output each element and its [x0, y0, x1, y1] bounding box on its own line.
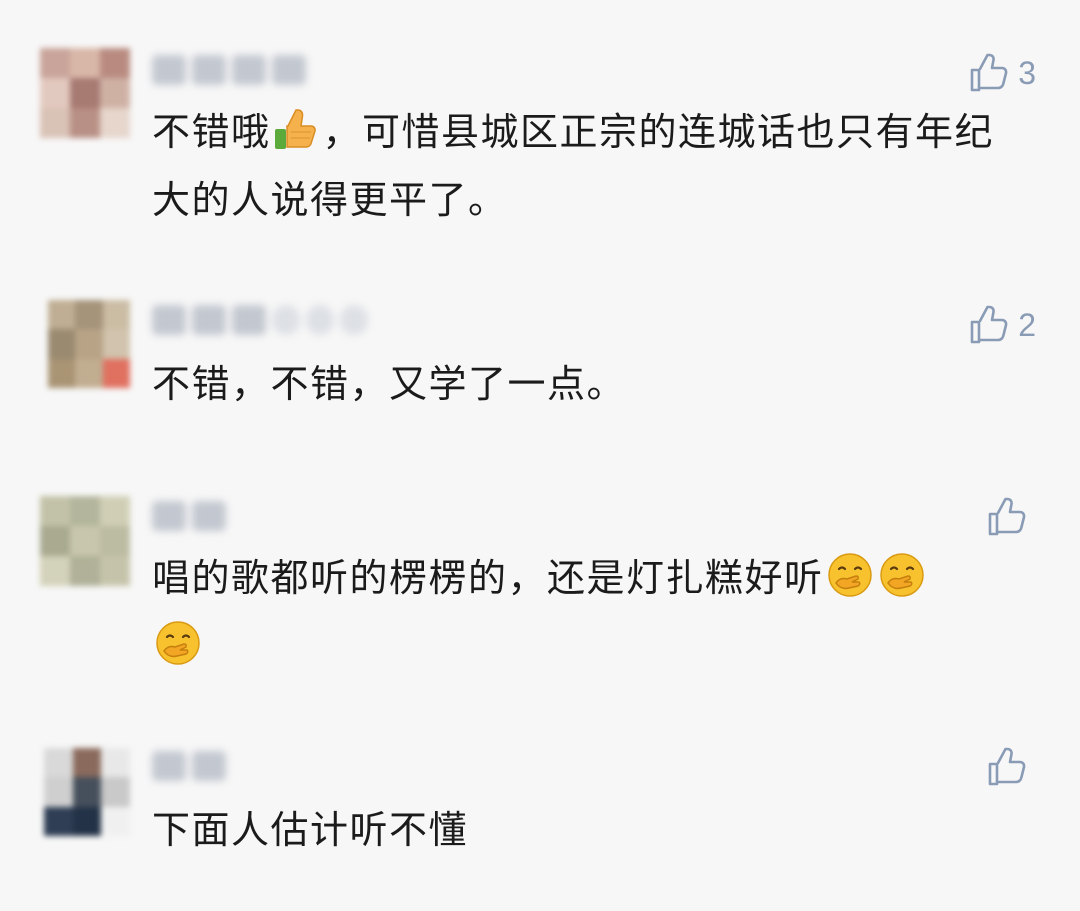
like-button[interactable] — [986, 746, 1036, 788]
comment-text: 不错哦 ，可惜县城区正宗的连城话也只有年纪大的人说得更平了。 — [152, 98, 1032, 234]
thumbs-up-icon — [968, 52, 1010, 94]
username[interactable]: … — [152, 50, 306, 90]
avatar[interactable] — [40, 496, 130, 586]
comment-text-part: 不错哦 — [152, 110, 271, 154]
like-button[interactable]: 2 — [968, 304, 1036, 346]
thumbs-up-emoji — [274, 109, 316, 149]
username[interactable]: … — [152, 300, 368, 340]
comment-text-part: 唱的歌都听的楞楞的，还是灯扎糕好听 — [152, 556, 824, 600]
username[interactable]: … — [152, 746, 226, 786]
like-button[interactable] — [986, 496, 1036, 538]
avatar[interactable] — [44, 748, 130, 836]
like-button[interactable]: 3 — [968, 52, 1036, 94]
avatar[interactable] — [48, 300, 130, 388]
hand-over-mouth-emoji — [156, 621, 200, 665]
hand-over-mouth-emoji — [879, 553, 924, 597]
username[interactable]: … — [152, 496, 226, 536]
thumbs-up-icon — [968, 304, 1010, 346]
thumbs-up-icon — [986, 746, 1028, 788]
thumbs-up-icon — [986, 496, 1028, 538]
like-count: 2 — [1018, 306, 1036, 343]
avatar[interactable] — [40, 48, 130, 138]
comment-text: 下面人估计听不懂 — [152, 808, 469, 852]
comment-text: 不错，不错，又学了一点。 — [152, 362, 627, 406]
hand-over-mouth-emoji — [827, 553, 872, 597]
comment-text: 唱的歌都听的楞楞的，还是灯扎糕好听 — [152, 544, 1032, 680]
like-count: 3 — [1018, 54, 1036, 91]
